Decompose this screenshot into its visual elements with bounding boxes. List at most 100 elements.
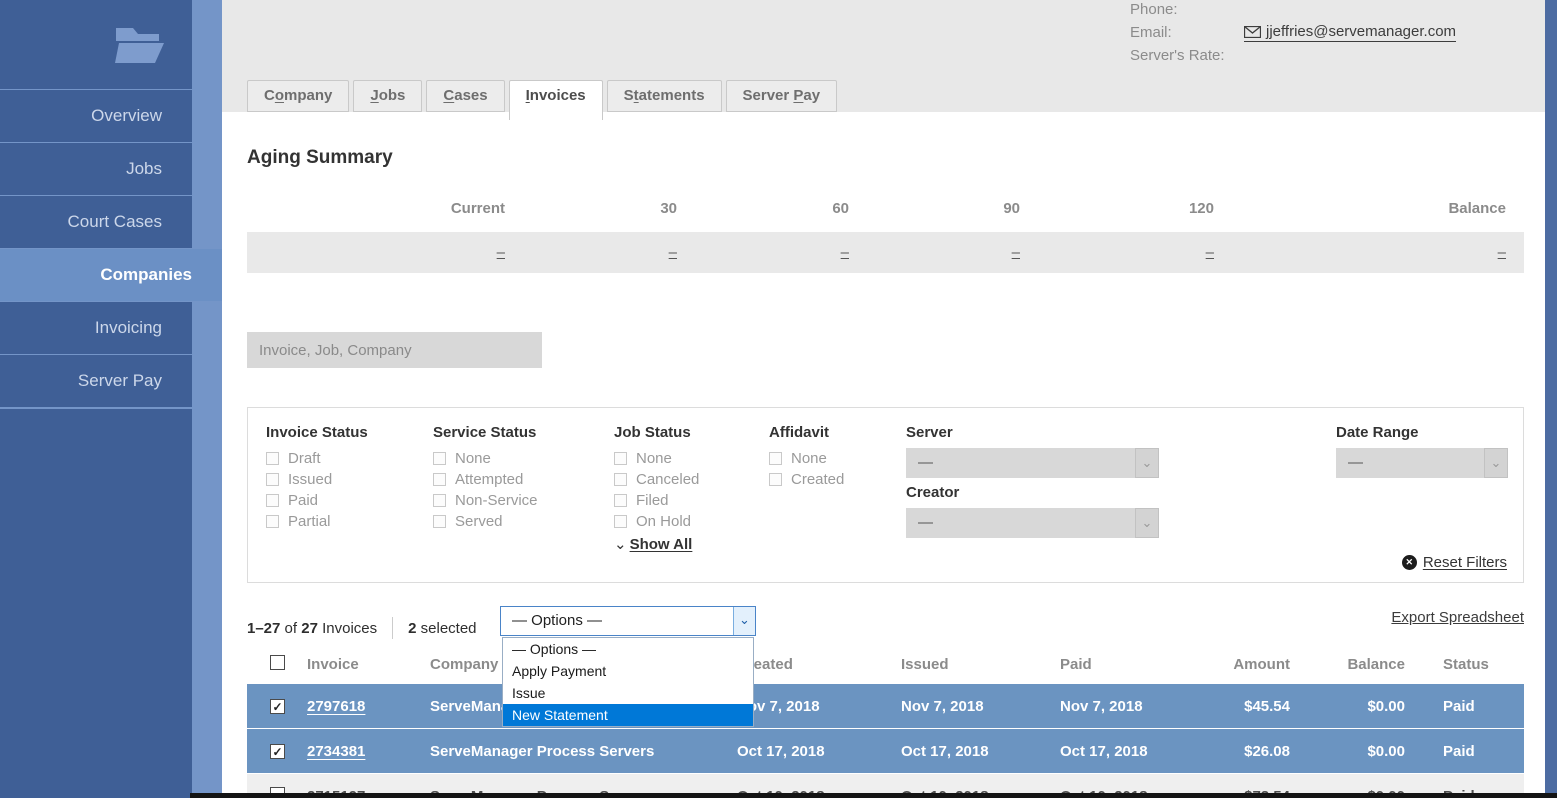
chevron-down-icon: ⌄ xyxy=(1484,448,1508,478)
table-row[interactable]: ✓ 2797618 ServeManager Process Servers N… xyxy=(247,684,1524,728)
filter-title: Job Status xyxy=(614,424,691,441)
checkbox-icon[interactable] xyxy=(266,494,279,507)
table-row[interactable]: ✓ 2734381 ServeManager Process Servers O… xyxy=(247,729,1524,773)
phone-label: Phone: xyxy=(1130,1,1178,18)
tab-jobs[interactable]: Jobs xyxy=(353,80,423,112)
checkbox-icon[interactable] xyxy=(266,452,279,465)
tab-cases[interactable]: Cases xyxy=(426,80,505,112)
show-all-link[interactable]: ⌄ Show All xyxy=(614,535,699,553)
tab-company[interactable]: Company xyxy=(247,80,350,112)
aging-col-30: 30 xyxy=(660,200,677,217)
option-apply-payment[interactable]: Apply Payment xyxy=(503,660,753,682)
checkbox-service-none[interactable]: None xyxy=(433,448,538,469)
checkbox-served[interactable]: Served xyxy=(433,511,538,532)
col-paid: Paid xyxy=(1060,655,1092,673)
checkbox-filed[interactable]: Filed xyxy=(614,490,699,511)
cell-amount: $26.08 xyxy=(1244,742,1290,760)
option-new-statement[interactable]: New Statement xyxy=(503,704,753,726)
aging-value-current[interactable]: – xyxy=(497,244,505,261)
col-status: Status xyxy=(1443,655,1489,673)
chevron-down-icon[interactable]: ⌄ xyxy=(733,607,755,635)
folder-icon xyxy=(115,28,164,63)
search-input[interactable] xyxy=(247,332,542,368)
tab-invoices[interactable]: Invoices xyxy=(508,80,603,120)
filter-group-server: Server — ⌄ xyxy=(906,424,1159,478)
checkbox-icon[interactable] xyxy=(433,452,446,465)
aging-value-120[interactable]: – xyxy=(1206,244,1214,261)
cell-issued: Oct 17, 2018 xyxy=(901,742,989,760)
invoice-link[interactable]: 2797618 xyxy=(307,698,365,715)
export-spreadsheet-link[interactable]: Export Spreadsheet xyxy=(1391,609,1524,626)
checkbox-canceled[interactable]: Canceled xyxy=(614,469,699,490)
option-options[interactable]: — Options — xyxy=(503,638,753,660)
checkbox-icon[interactable] xyxy=(433,473,446,486)
checkbox-icon[interactable] xyxy=(614,452,627,465)
window-edge-strip xyxy=(1545,0,1557,798)
email-label: Email: xyxy=(1130,24,1172,41)
checkbox-attempted[interactable]: Attempted xyxy=(433,469,538,490)
cell-paid: Oct 17, 2018 xyxy=(1060,742,1148,760)
cell-balance: $0.00 xyxy=(1367,697,1405,715)
sidebar-item-server-pay[interactable]: Server Pay xyxy=(0,355,192,407)
checkbox-icon[interactable] xyxy=(433,494,446,507)
aging-summary-values: – – – – – – xyxy=(247,232,1524,273)
checkbox-issued[interactable]: Issued xyxy=(266,469,368,490)
aging-value-60[interactable]: – xyxy=(841,244,849,261)
aging-value-balance[interactable]: – xyxy=(1498,244,1506,261)
rate-label: Server's Rate: xyxy=(1130,47,1225,64)
options-select[interactable]: — Options — ⌄ xyxy=(500,606,756,636)
checkbox-affidavit-none[interactable]: None xyxy=(769,448,844,469)
checkbox-draft[interactable]: Draft xyxy=(266,448,368,469)
sidebar-item-jobs[interactable]: Jobs xyxy=(0,143,192,195)
filter-group-creator: Creator — ⌄ xyxy=(906,484,1159,538)
sidebar-item-court-cases[interactable]: Court Cases xyxy=(0,196,192,248)
envelope-icon xyxy=(1244,25,1261,38)
sidebar-item-companies[interactable]: Companies xyxy=(0,249,222,301)
sidebar-item-overview[interactable]: Overview xyxy=(0,90,192,142)
checkbox-icon[interactable] xyxy=(769,473,782,486)
aging-col-balance: Balance xyxy=(1448,200,1506,217)
row-checkbox[interactable]: ✓ xyxy=(270,698,285,714)
checkbox-on-hold[interactable]: On Hold xyxy=(614,511,699,532)
cell-created: Oct 17, 2018 xyxy=(737,742,825,760)
col-created: Created xyxy=(737,655,793,673)
row-checkbox[interactable]: ✓ xyxy=(270,743,285,759)
email-link[interactable]: jjeffries@servemanager.com xyxy=(1244,23,1457,42)
tab-bar: Company Jobs Cases Invoices Statements S… xyxy=(247,80,838,120)
checkbox-partial[interactable]: Partial xyxy=(266,511,368,532)
reset-filters-link[interactable]: ✕ Reset Filters xyxy=(1401,554,1507,571)
checkbox-non-service[interactable]: Non-Service xyxy=(433,490,538,511)
option-issue[interactable]: Issue xyxy=(503,682,753,704)
aging-col-120: 120 xyxy=(1188,200,1214,217)
cell-issued: Nov 7, 2018 xyxy=(901,697,984,715)
checkbox-icon[interactable] xyxy=(614,494,627,507)
filter-title: Creator xyxy=(906,484,960,501)
tab-statements[interactable]: Statements xyxy=(606,80,722,112)
checkbox-icon[interactable] xyxy=(266,473,279,486)
filter-group-date-range: Date Range — ⌄ xyxy=(1336,424,1508,478)
checkbox-icon[interactable] xyxy=(266,515,279,528)
checkbox-created[interactable]: Created xyxy=(769,469,844,490)
select-all-checkbox[interactable] xyxy=(270,654,285,670)
aging-value-90[interactable]: – xyxy=(1012,244,1020,261)
date-range-select[interactable]: — ⌄ xyxy=(1336,448,1508,478)
filter-title: Server xyxy=(906,424,953,441)
checkbox-icon[interactable] xyxy=(614,515,627,528)
server-select[interactable]: — ⌄ xyxy=(906,448,1159,478)
checkbox-job-none[interactable]: None xyxy=(614,448,699,469)
chevron-down-icon: ⌄ xyxy=(1135,508,1159,538)
checkbox-icon[interactable] xyxy=(614,473,627,486)
aging-col-current: Current xyxy=(450,200,505,217)
checkbox-icon[interactable] xyxy=(769,452,782,465)
checkbox-paid[interactable]: Paid xyxy=(266,490,368,511)
invoice-link[interactable]: 2734381 xyxy=(307,743,365,760)
col-issued: Issued xyxy=(901,655,949,673)
app-logo[interactable] xyxy=(0,0,192,89)
cell-balance: $0.00 xyxy=(1367,742,1405,760)
aging-value-30[interactable]: – xyxy=(669,244,677,261)
tab-server-pay[interactable]: Server Pay xyxy=(725,80,838,112)
checkbox-icon[interactable] xyxy=(433,515,446,528)
cell-created: Nov 7, 2018 xyxy=(737,697,820,715)
sidebar-item-invoicing[interactable]: Invoicing xyxy=(0,302,192,354)
creator-select[interactable]: — ⌄ xyxy=(906,508,1159,538)
